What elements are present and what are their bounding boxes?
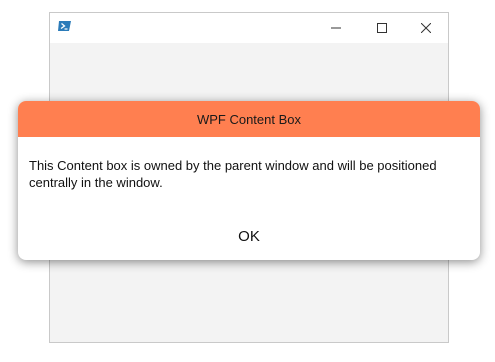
maximize-button[interactable] — [359, 13, 405, 43]
content-box-message: This Content box is owned by the parent … — [29, 158, 437, 190]
window-titlebar[interactable] — [50, 13, 448, 43]
minimize-button[interactable] — [313, 13, 359, 43]
ok-button[interactable]: OK — [219, 223, 279, 249]
content-box-header: WPF Content Box — [18, 101, 480, 137]
close-icon — [421, 23, 431, 33]
powershell-icon — [58, 19, 72, 33]
minimize-icon — [331, 23, 341, 33]
content-box-title: WPF Content Box — [196, 111, 302, 127]
close-button[interactable] — [403, 13, 449, 43]
content-box-dialog: WPF Content Box This Content box is owne… — [18, 101, 480, 260]
maximize-icon — [377, 23, 387, 33]
